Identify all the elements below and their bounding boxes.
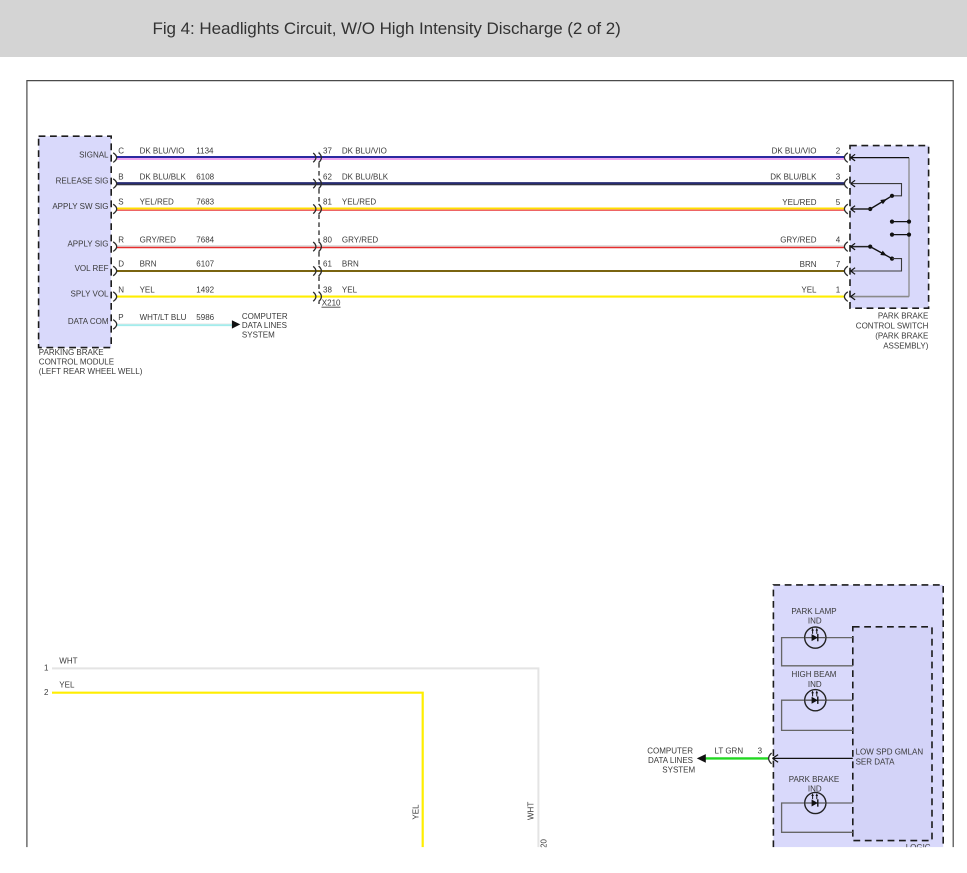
svg-text:CONTROL SWITCH: CONTROL SWITCH xyxy=(856,321,929,330)
svg-text:DK BLU/VIO: DK BLU/VIO xyxy=(342,146,387,155)
svg-text:DATA LINES: DATA LINES xyxy=(242,321,287,330)
svg-text:PARK LAMP: PARK LAMP xyxy=(791,607,836,616)
svg-text:PARKING BRAKE: PARKING BRAKE xyxy=(39,348,104,357)
svg-text:DATA COM: DATA COM xyxy=(68,317,109,326)
svg-text:7: 7 xyxy=(836,260,841,269)
svg-text:62: 62 xyxy=(323,172,332,181)
svg-text:7684: 7684 xyxy=(196,235,214,244)
svg-text:DK BLU/BLK: DK BLU/BLK xyxy=(770,173,817,182)
svg-text:GRY/RED: GRY/RED xyxy=(780,236,817,245)
svg-text:YEL: YEL xyxy=(59,681,75,690)
svg-text:5: 5 xyxy=(836,198,841,207)
svg-text:VOL REF: VOL REF xyxy=(75,264,109,273)
svg-text:DK BLU/VIO: DK BLU/VIO xyxy=(140,146,185,155)
svg-text:20: 20 xyxy=(540,839,549,848)
svg-text:SYSTEM: SYSTEM xyxy=(662,765,695,774)
svg-text:YEL/RED: YEL/RED xyxy=(342,198,376,207)
svg-text:DK BLU/BLK: DK BLU/BLK xyxy=(342,172,389,181)
svg-text:SYSTEM: SYSTEM xyxy=(242,331,275,340)
svg-text:S: S xyxy=(118,198,123,207)
svg-text:BRN: BRN xyxy=(140,260,157,269)
svg-text:6108: 6108 xyxy=(196,172,214,181)
svg-text:HIGH BEAM: HIGH BEAM xyxy=(792,670,837,679)
svg-text:YEL: YEL xyxy=(342,285,358,294)
svg-text:6107: 6107 xyxy=(196,260,214,269)
svg-text:P: P xyxy=(118,313,123,322)
svg-text:COMPUTER: COMPUTER xyxy=(242,312,288,321)
svg-text:IND: IND xyxy=(808,784,822,793)
svg-text:D: D xyxy=(118,260,124,269)
svg-text:APPLY SW SIG: APPLY SW SIG xyxy=(52,202,108,211)
svg-text:COMPUTER: COMPUTER xyxy=(647,747,693,756)
svg-text:WHT/LT BLU: WHT/LT BLU xyxy=(140,313,187,322)
svg-text:LT GRN: LT GRN xyxy=(715,747,744,756)
svg-text:IND: IND xyxy=(808,617,822,626)
svg-text:2: 2 xyxy=(44,688,49,697)
svg-text:1134: 1134 xyxy=(196,146,214,155)
svg-text:GRY/RED: GRY/RED xyxy=(342,235,379,244)
svg-text:CONTROL MODULE: CONTROL MODULE xyxy=(39,357,114,366)
svg-text:IND: IND xyxy=(808,680,822,689)
svg-text:3: 3 xyxy=(758,746,763,755)
svg-text:YEL/RED: YEL/RED xyxy=(140,198,174,207)
svg-text:YEL: YEL xyxy=(411,804,420,820)
svg-text:7683: 7683 xyxy=(196,198,214,207)
svg-text:80: 80 xyxy=(323,235,332,244)
svg-text:GRY/RED: GRY/RED xyxy=(140,235,177,244)
svg-text:5986: 5986 xyxy=(196,313,214,322)
svg-text:1: 1 xyxy=(836,286,841,295)
svg-text:YEL: YEL xyxy=(801,286,817,295)
svg-text:YEL: YEL xyxy=(140,285,156,294)
svg-text:WHT: WHT xyxy=(526,802,535,820)
svg-text:BRN: BRN xyxy=(800,260,817,269)
svg-text:BRN: BRN xyxy=(342,260,359,269)
svg-text:APPLY SIG: APPLY SIG xyxy=(67,239,108,248)
svg-text:4: 4 xyxy=(836,236,841,245)
svg-text:B: B xyxy=(118,172,123,181)
svg-text:LOW SPD GMLAN: LOW SPD GMLAN xyxy=(856,748,924,757)
svg-text:PARK BRAKE: PARK BRAKE xyxy=(789,775,840,784)
svg-text:DATA LINES: DATA LINES xyxy=(648,756,693,765)
svg-text:2: 2 xyxy=(836,147,841,156)
svg-text:C: C xyxy=(118,146,124,155)
svg-text:PARK BRAKE: PARK BRAKE xyxy=(878,311,929,320)
svg-text:SPLY VOL: SPLY VOL xyxy=(71,289,110,298)
svg-text:X210: X210 xyxy=(322,299,341,308)
svg-text:38: 38 xyxy=(323,285,332,294)
svg-text:3: 3 xyxy=(836,173,841,182)
svg-text:1: 1 xyxy=(44,664,49,673)
svg-text:DK BLU/BLK: DK BLU/BLK xyxy=(140,172,187,181)
svg-text:37: 37 xyxy=(323,146,332,155)
svg-text:R: R xyxy=(118,235,124,244)
svg-text:DK BLU/VIO: DK BLU/VIO xyxy=(772,147,817,156)
svg-text:N: N xyxy=(118,285,124,294)
svg-text:(PARK BRAKE: (PARK BRAKE xyxy=(875,331,928,340)
svg-text:61: 61 xyxy=(323,260,332,269)
svg-text:Fig 4: Headlights Circuit, W/O: Fig 4: Headlights Circuit, W/O High Inte… xyxy=(153,19,621,38)
svg-text:ASSEMBLY): ASSEMBLY) xyxy=(883,341,929,350)
svg-text:(LEFT REAR WHEEL WELL): (LEFT REAR WHEEL WELL) xyxy=(39,367,143,376)
svg-text:WHT: WHT xyxy=(59,656,77,665)
svg-text:SIGNAL: SIGNAL xyxy=(79,150,109,159)
svg-text:RELEASE SIG: RELEASE SIG xyxy=(56,176,109,185)
svg-text:81: 81 xyxy=(323,198,332,207)
svg-text:1492: 1492 xyxy=(196,285,214,294)
svg-text:YEL/RED: YEL/RED xyxy=(782,198,816,207)
svg-text:SER DATA: SER DATA xyxy=(856,757,895,766)
